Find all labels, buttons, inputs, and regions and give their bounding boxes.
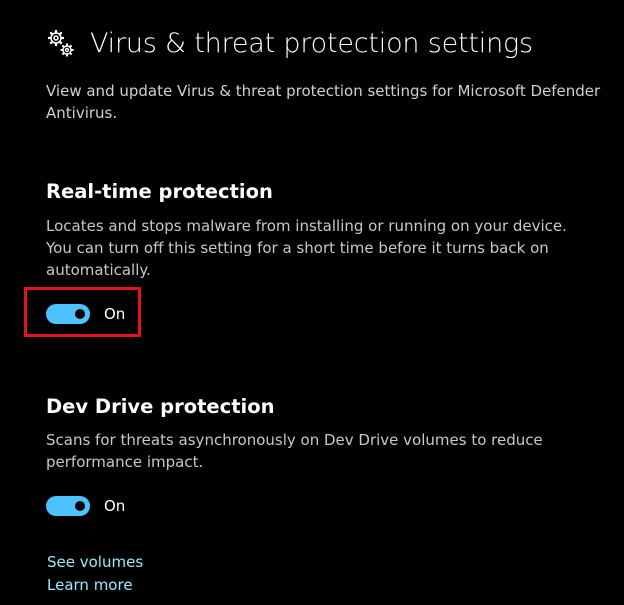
settings-page: Virus & threat protection settings View … <box>0 0 624 605</box>
toggle-knob <box>75 501 85 511</box>
dev-drive-protection-toggle[interactable] <box>46 496 90 516</box>
dev-drive-protection-toggle-row[interactable]: On <box>46 496 125 516</box>
page-subtitle: View and update Virus & threat protectio… <box>46 82 601 122</box>
dev-drive-protection-description: Scans for threats asynchronously on Dev … <box>46 431 543 471</box>
dev-drive-protection-title: Dev Drive protection <box>46 395 275 418</box>
dev-drive-protection-toggle-state: On <box>104 497 126 515</box>
see-volumes-link[interactable]: See volumes <box>47 553 143 571</box>
page-title: Virus & threat protection settings <box>90 28 533 59</box>
highlight-annotation <box>24 287 141 337</box>
gear-icon <box>46 29 76 59</box>
real-time-protection-description: Locates and stops malware from installin… <box>46 217 567 279</box>
real-time-protection-title: Real-time protection <box>46 180 273 203</box>
learn-more-link[interactable]: Learn more <box>47 576 133 594</box>
page-header: Virus & threat protection settings <box>46 28 533 59</box>
